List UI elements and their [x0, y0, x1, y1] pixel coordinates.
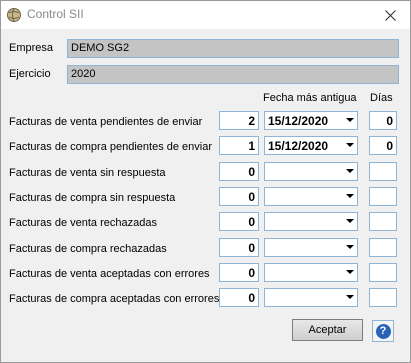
ejercicio-label: Ejercicio — [9, 68, 51, 80]
count-compra-aceptadas-errores[interactable]: 0 — [219, 288, 259, 307]
row-label-compra-sin-respuesta: Facturas de compra sin respuesta — [9, 192, 176, 204]
close-icon — [384, 9, 396, 21]
chevron-down-icon — [346, 143, 354, 147]
days-compra-pendientes[interactable]: 0 — [369, 136, 397, 155]
window-title: Control SII — [27, 7, 84, 21]
count-venta-sin-respuesta[interactable]: 0 — [219, 162, 259, 181]
days-compra-sin-respuesta[interactable] — [369, 187, 397, 206]
column-header-fecha: Fecha más antigua — [263, 92, 357, 104]
date-select-venta-pendientes[interactable]: 15/12/2020 — [264, 111, 358, 130]
days-compra-rechazadas[interactable] — [369, 238, 397, 257]
help-icon: ? — [375, 323, 391, 339]
row-label-compra-rechazadas: Facturas de compra rechazadas — [9, 243, 167, 255]
row-label-compra-aceptadas-errores: Facturas de compra aceptadas con errores — [9, 293, 220, 305]
chevron-down-icon — [346, 194, 354, 198]
empresa-label: Empresa — [9, 42, 54, 54]
date-select-compra-pendientes[interactable]: 15/12/2020 — [264, 136, 358, 155]
days-compra-aceptadas-errores[interactable] — [369, 288, 397, 307]
count-compra-rechazadas[interactable]: 0 — [219, 238, 259, 257]
help-button[interactable]: ? — [372, 320, 394, 342]
ejercicio-field[interactable]: 2020 — [67, 65, 399, 84]
count-venta-pendientes[interactable]: 2 — [219, 111, 259, 130]
count-compra-sin-respuesta[interactable]: 0 — [219, 187, 259, 206]
days-venta-sin-respuesta[interactable] — [369, 162, 397, 181]
chevron-down-icon — [346, 118, 354, 122]
chevron-down-icon — [346, 169, 354, 173]
date-select-venta-rechazadas[interactable] — [264, 212, 358, 231]
row-label-venta-aceptadas-errores: Facturas de venta aceptadas con errores — [9, 268, 210, 280]
empresa-field[interactable]: DEMO SG2 — [67, 39, 399, 58]
date-value: 15/12/2020 — [268, 139, 329, 153]
date-value: 15/12/2020 — [268, 114, 329, 128]
chevron-down-icon — [346, 219, 354, 223]
row-label-venta-sin-respuesta: Facturas de venta sin respuesta — [9, 167, 166, 179]
row-label-compra-pendientes: Facturas de compra pendientes de enviar — [9, 141, 213, 153]
days-venta-rechazadas[interactable] — [369, 212, 397, 231]
date-select-venta-sin-respuesta[interactable] — [264, 162, 358, 181]
row-label-venta-rechazadas: Facturas de venta rechazadas — [9, 217, 157, 229]
chevron-down-icon — [346, 295, 354, 299]
chevron-down-icon — [346, 245, 354, 249]
days-venta-pendientes[interactable]: 0 — [369, 111, 397, 130]
count-venta-aceptadas-errores[interactable]: 0 — [219, 263, 259, 282]
date-select-compra-sin-respuesta[interactable] — [264, 187, 358, 206]
close-button[interactable] — [370, 1, 410, 29]
count-venta-rechazadas[interactable]: 0 — [219, 212, 259, 231]
title-bar: Control SII — [1, 1, 410, 29]
column-header-dias: Días — [370, 92, 393, 104]
date-select-compra-rechazadas[interactable] — [264, 238, 358, 257]
date-select-compra-aceptadas-errores[interactable] — [264, 288, 358, 307]
count-compra-pendientes[interactable]: 1 — [219, 136, 259, 155]
accept-button[interactable]: Aceptar — [292, 319, 363, 341]
chevron-down-icon — [346, 270, 354, 274]
dialog-window: Control SII Empresa DEMO SG2 Ejercicio 2… — [0, 0, 411, 363]
date-select-venta-aceptadas-errores[interactable] — [264, 263, 358, 282]
row-label-venta-pendientes: Facturas de venta pendientes de enviar — [9, 116, 203, 128]
app-globe-icon — [6, 7, 22, 23]
days-venta-aceptadas-errores[interactable] — [369, 263, 397, 282]
